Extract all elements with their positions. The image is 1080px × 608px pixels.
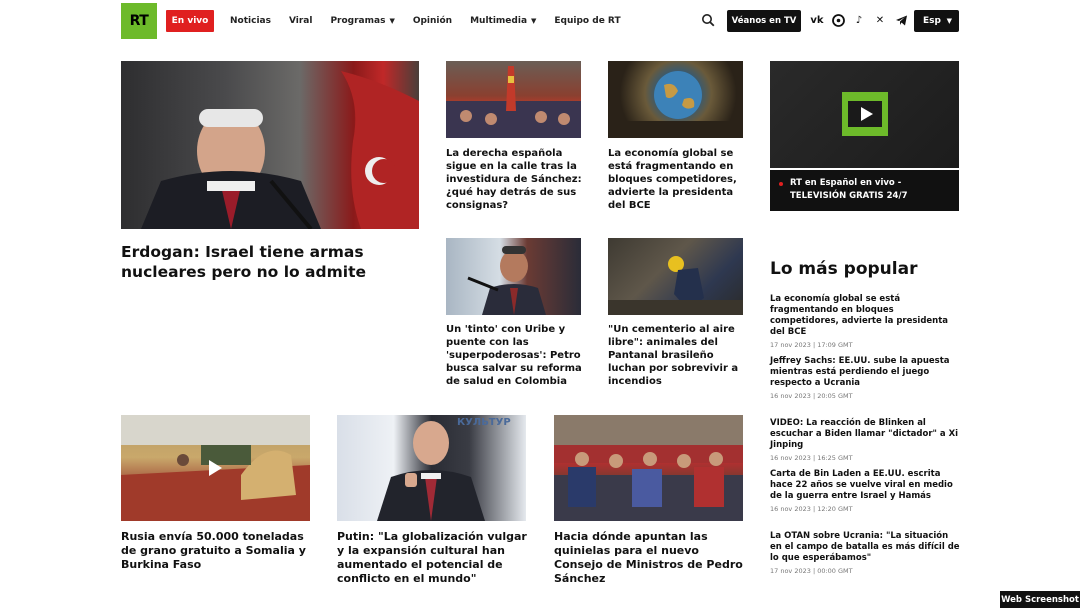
- hero-image[interactable]: [121, 61, 419, 229]
- hero-headline[interactable]: Erdogan: Israel tiene armas nucleares pe…: [121, 242, 421, 282]
- popular-item-date: 16 nov 2023 | 16:25 GMT: [770, 454, 853, 462]
- rt-logo[interactable]: RT: [121, 3, 157, 39]
- vk-icon[interactable]: vk: [810, 13, 824, 27]
- nav-label: Noticias: [230, 16, 271, 26]
- web-screenshot-badge: Web Screenshot: [1000, 591, 1080, 608]
- nav-item-noticias[interactable]: Noticias: [230, 16, 271, 26]
- tile-image-pantanal[interactable]: [608, 238, 743, 315]
- chevron-down-icon: ▼: [946, 17, 952, 25]
- social-links: vk ♪ ✕: [810, 13, 908, 27]
- language-select[interactable]: Esp ▼: [914, 10, 959, 32]
- tile-headline-economia[interactable]: La economía global se está fragmentando …: [608, 147, 748, 212]
- popular-item-date: 16 nov 2023 | 12:20 GMT: [770, 505, 853, 513]
- tile-image-petro[interactable]: [446, 238, 581, 315]
- search-icon[interactable]: [701, 13, 715, 27]
- tile-headline-petro[interactable]: Un 'tinto' con Uribe y puente con las 's…: [446, 323, 586, 388]
- live-tv-caption-text: RT en Español en vivo - TELEVISIÓN GRATI…: [790, 178, 908, 201]
- popular-item[interactable]: La economía global se está fragmentando …: [770, 294, 962, 349]
- odnoklassniki-icon[interactable]: [831, 13, 845, 27]
- chevron-down-icon: ▼: [531, 17, 537, 25]
- video-play-icon[interactable]: [209, 460, 222, 476]
- bottom-image-consejo[interactable]: [554, 415, 743, 521]
- nav-item-opinion[interactable]: Opinión: [413, 16, 452, 26]
- popular-item[interactable]: VIDEO: La reacción de Blinken al escucha…: [770, 418, 962, 462]
- nav-label: Equipo de RT: [554, 16, 621, 26]
- popular-item-text[interactable]: La OTAN sobre Ucrania: "La situación en …: [770, 531, 962, 564]
- live-button[interactable]: En vivo: [166, 10, 214, 32]
- popular-item[interactable]: Carta de Bin Laden a EE.UU. escrita hace…: [770, 469, 962, 513]
- popular-item-date: 16 nov 2023 | 20:05 GMT: [770, 392, 853, 400]
- tile-image-derecha[interactable]: [446, 61, 581, 138]
- tile-headline-pantanal[interactable]: "Un cementerio al aire libre": animales …: [608, 323, 748, 388]
- image-sign-text: КУЛЬТУР: [457, 417, 511, 428]
- popular-item-text[interactable]: VIDEO: La reacción de Blinken al escucha…: [770, 418, 962, 451]
- main-nav: Noticias Viral Programas ▼ Opinión Multim…: [230, 10, 639, 32]
- popular-item[interactable]: Jeffrey Sachs: EE.UU. sube la apuesta mi…: [770, 356, 962, 400]
- bottom-headline-grano[interactable]: Rusia envía 50.000 toneladas de grano gr…: [121, 530, 316, 572]
- nav-label: Programas: [330, 16, 386, 26]
- bottom-headline-putin[interactable]: Putin: "La globalización vulgar y la exp…: [337, 530, 532, 586]
- language-label: Esp: [923, 16, 941, 26]
- watch-tv-button[interactable]: Véanos en TV: [727, 10, 801, 32]
- nav-item-multimedia[interactable]: Multimedia ▼: [470, 16, 536, 26]
- site-header: RT En vivo Noticias Viral Programas ▼ Opi…: [0, 0, 1080, 42]
- nav-label: Viral: [288, 16, 313, 26]
- live-dot-icon: [779, 182, 783, 186]
- popular-item-text[interactable]: La economía global se está fragmentando …: [770, 294, 962, 338]
- nav-label: Opinión: [412, 16, 453, 26]
- popular-item-text[interactable]: Carta de Bin Laden a EE.UU. escrita hace…: [770, 469, 962, 502]
- nav-label: Multimedia: [470, 16, 528, 26]
- tile-headline-derecha[interactable]: La derecha española sigue en la calle tr…: [446, 147, 586, 212]
- telegram-icon[interactable]: [894, 13, 908, 27]
- popular-item[interactable]: La OTAN sobre Ucrania: "La situación en …: [770, 531, 962, 575]
- bottom-headline-consejo[interactable]: Hacia dónde apuntan las quinielas para e…: [554, 530, 749, 586]
- nav-item-equipo[interactable]: Equipo de RT: [554, 16, 620, 26]
- nav-item-viral[interactable]: Viral: [289, 16, 313, 26]
- x-icon[interactable]: ✕: [873, 13, 887, 27]
- popular-title: Lo más popular: [770, 259, 918, 279]
- nav-item-programas[interactable]: Programas ▼: [330, 16, 394, 26]
- chevron-down-icon: ▼: [389, 17, 395, 25]
- bottom-image-grano[interactable]: [121, 415, 310, 521]
- popular-item-text[interactable]: Jeffrey Sachs: EE.UU. sube la apuesta mi…: [770, 356, 962, 389]
- tiktok-icon[interactable]: ♪: [852, 13, 866, 27]
- popular-item-date: 17 nov 2023 | 17:09 GMT: [770, 341, 853, 349]
- popular-item-date: 17 nov 2023 | 00:00 GMT: [770, 567, 853, 575]
- play-icon: [860, 107, 873, 121]
- live-tv-play-icon[interactable]: [842, 92, 888, 136]
- live-tv-caption[interactable]: RT en Español en vivo - TELEVISIÓN GRATI…: [770, 170, 959, 211]
- tile-image-economia[interactable]: [608, 61, 743, 138]
- bottom-image-putin[interactable]: КУЛЬТУР: [337, 415, 526, 521]
